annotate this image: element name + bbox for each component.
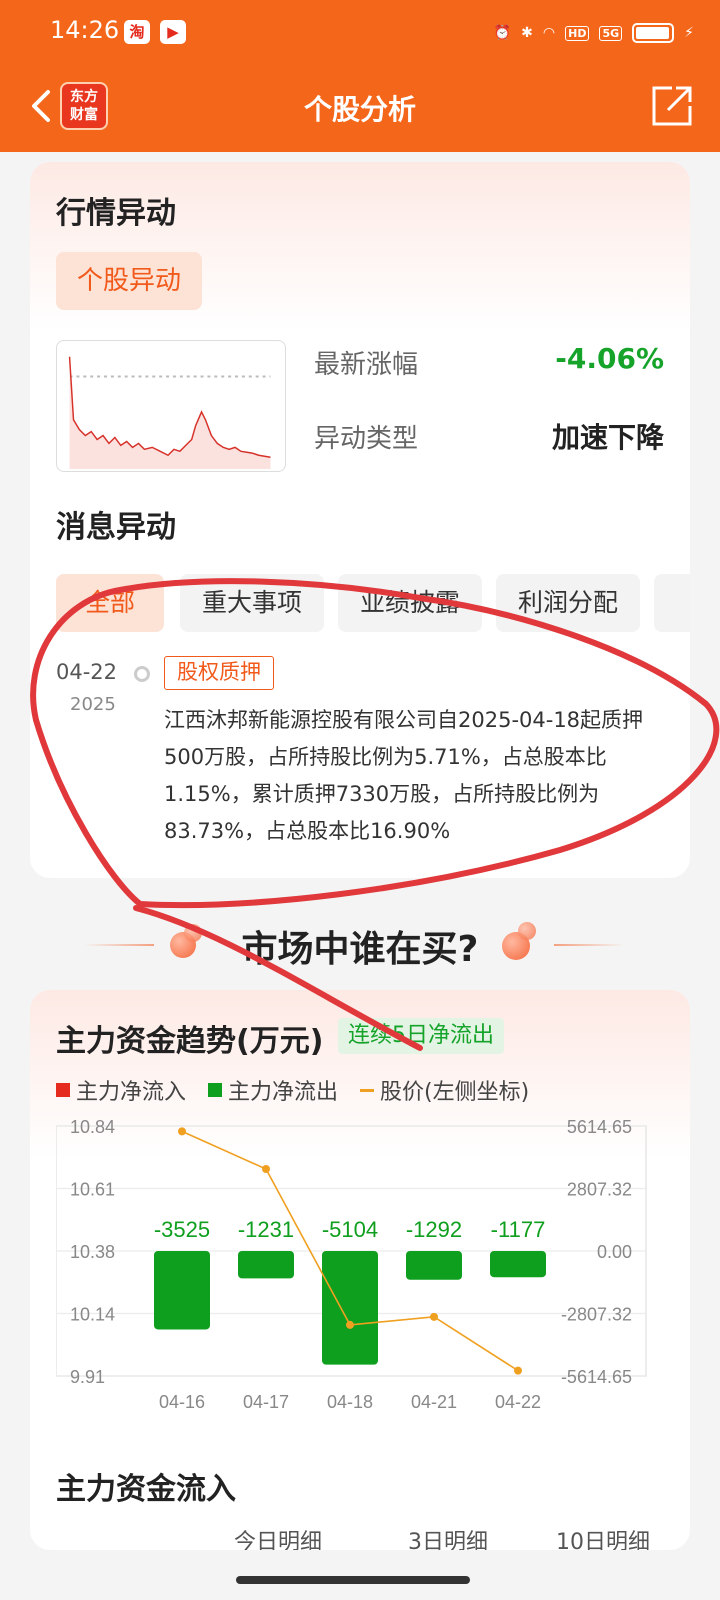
bar [154, 1251, 210, 1330]
left-tick-label: 10.14 [70, 1305, 115, 1325]
left-tick-label: 10.61 [70, 1180, 115, 1200]
right-tick-label: -5614.65 [561, 1367, 632, 1387]
capital-trend-card: 主力资金趋势(万元) 连续5日净流出 主力净流入 主力净流出 股价(左侧坐标) … [30, 990, 690, 1550]
video-app-icon: ▶ [160, 20, 186, 44]
latest-change-value: -4.06% [555, 342, 664, 375]
consecutive-outflow-chip: 连续5日净流出 [338, 1018, 504, 1054]
app-header: 14:26 淘 ▶ ⏰ ✱ ◠ HD 5G ⚡ 东方 财富 个股分析 [0, 0, 720, 152]
bar-value-label: -1231 [238, 1217, 294, 1242]
status-time: 14:26 [50, 16, 120, 44]
market-anomaly-title: 行情异动 [56, 196, 176, 231]
x-tick-label: 04-22 [495, 1392, 541, 1412]
x-tick-label: 04-17 [243, 1392, 289, 1412]
tab-10day-detail[interactable]: 10日明细 [556, 1524, 650, 1550]
news-year: 2025 [70, 694, 116, 715]
x-tick-label: 04-18 [327, 1392, 373, 1412]
tab-today-detail[interactable]: 今日明细 [234, 1524, 322, 1550]
capital-inflow-title: 主力资金流入 [56, 1472, 236, 1507]
right-tick-label: 0.00 [597, 1242, 632, 1262]
bar-value-label: -3525 [154, 1217, 210, 1242]
price-point [262, 1165, 270, 1174]
charging-icon: ⚡ [684, 25, 694, 41]
market-anomaly-card: 行情异动 个股异动 最新涨幅 -4.06% 异动类型 加速下降 消息异动 全部 … [30, 162, 690, 878]
tab-dividends[interactable]: 利润分配 [496, 574, 640, 632]
tab-all[interactable]: 全部 [56, 574, 164, 632]
news-tabs: 全部 重大事项 业绩披露 利润分配 [56, 574, 690, 632]
latest-change-label: 最新涨幅 [314, 350, 419, 380]
bar [490, 1251, 546, 1278]
x-tick-label: 04-16 [159, 1392, 205, 1412]
bluetooth-icon: ✱ [521, 25, 533, 41]
right-tick-label: 5614.65 [567, 1118, 632, 1137]
bar [406, 1251, 462, 1280]
left-tick-label: 10.84 [70, 1118, 115, 1137]
news-anomaly-title: 消息异动 [56, 510, 176, 545]
home-indicator[interactable] [236, 1576, 470, 1584]
intraday-sparkline[interactable] [56, 340, 286, 472]
page-title: 个股分析 [303, 93, 416, 126]
equity-pledge-tag: 股权质押 [164, 656, 274, 690]
price-point [346, 1320, 354, 1329]
tab-more[interactable] [654, 574, 690, 632]
price-point [514, 1366, 522, 1375]
bar-value-label: -1177 [491, 1217, 546, 1242]
who-is-buying-heading: 市场中谁在买? [0, 920, 720, 970]
capital-trend-title: 主力资金趋势(万元) [56, 1024, 324, 1059]
anomaly-type-label: 异动类型 [314, 424, 419, 454]
capital-trend-chart[interactable]: 10.84 5614.65 10.61 2807.32 10.38 0.00 10.14 -2… [56, 1118, 656, 1418]
tab-earnings[interactable]: 业绩披露 [338, 574, 482, 632]
alarm-icon: ⏰ [493, 25, 512, 41]
nav-bar: 东方 财富 个股分析 [0, 68, 720, 148]
news-date: 04-22 [56, 660, 118, 684]
legend-price[interactable]: 股价(左侧坐标) [360, 1074, 529, 1106]
status-bar: 14:26 淘 ▶ ⏰ ✱ ◠ HD 5G ⚡ [0, 0, 720, 64]
bar-value-label: -5104 [322, 1217, 378, 1242]
left-tick-label: 10.38 [70, 1242, 115, 1262]
bar [322, 1251, 378, 1365]
x-tick-label: 04-21 [411, 1392, 457, 1412]
timeline-dot-icon [134, 666, 150, 682]
battery-icon [632, 23, 675, 43]
tab-3day-detail[interactable]: 3日明细 [408, 1524, 488, 1550]
price-point [430, 1312, 438, 1321]
bar-value-label: -1292 [406, 1217, 462, 1242]
chart-legend: 主力净流入 主力净流出 股价(左侧坐标) [56, 1074, 529, 1106]
signal-5g-icon: 5G [599, 25, 623, 41]
left-tick-label: 9.91 [70, 1367, 105, 1387]
share-icon[interactable] [650, 84, 694, 128]
legend-inflow[interactable]: 主力净流入 [56, 1074, 186, 1106]
right-tick-label: -2807.32 [561, 1305, 632, 1325]
news-body[interactable]: 江西沐邦新能源控股有限公司自2025-04-18起质押500万股，占所持股比例为… [164, 702, 664, 850]
right-tick-label: 2807.32 [567, 1180, 632, 1200]
legend-outflow[interactable]: 主力净流出 [208, 1074, 338, 1106]
price-point [178, 1127, 186, 1136]
status-icons: ⏰ ✱ ◠ HD 5G ⚡ [494, 18, 694, 48]
bar [238, 1251, 294, 1279]
taobao-icon: 淘 [124, 20, 150, 44]
hd-badge: HD [565, 25, 590, 41]
wifi-icon: ◠ [542, 25, 556, 41]
anomaly-type-value: 加速下降 [551, 421, 664, 454]
stock-anomaly-tag[interactable]: 个股异动 [56, 252, 202, 310]
tab-major-events[interactable]: 重大事项 [180, 574, 324, 632]
